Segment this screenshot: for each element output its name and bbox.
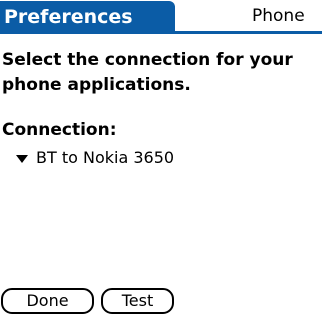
app-title: Preferences xyxy=(4,6,133,28)
title-underline xyxy=(0,31,322,34)
section-title[interactable]: Phone xyxy=(252,0,305,31)
app-title-tab[interactable]: Preferences xyxy=(0,1,175,33)
connection-picker[interactable]: BT to Nokia 3650 xyxy=(16,146,174,170)
dropdown-triangle-icon xyxy=(16,155,28,163)
connection-value: BT to Nokia 3650 xyxy=(36,148,175,167)
connection-label: Connection: xyxy=(2,120,117,140)
test-button[interactable]: Test xyxy=(101,288,174,314)
instruction-text: Select the connection for your phone app… xyxy=(2,50,293,95)
title-bar: Preferences Phone xyxy=(0,0,322,34)
done-button[interactable]: Done xyxy=(1,288,94,314)
